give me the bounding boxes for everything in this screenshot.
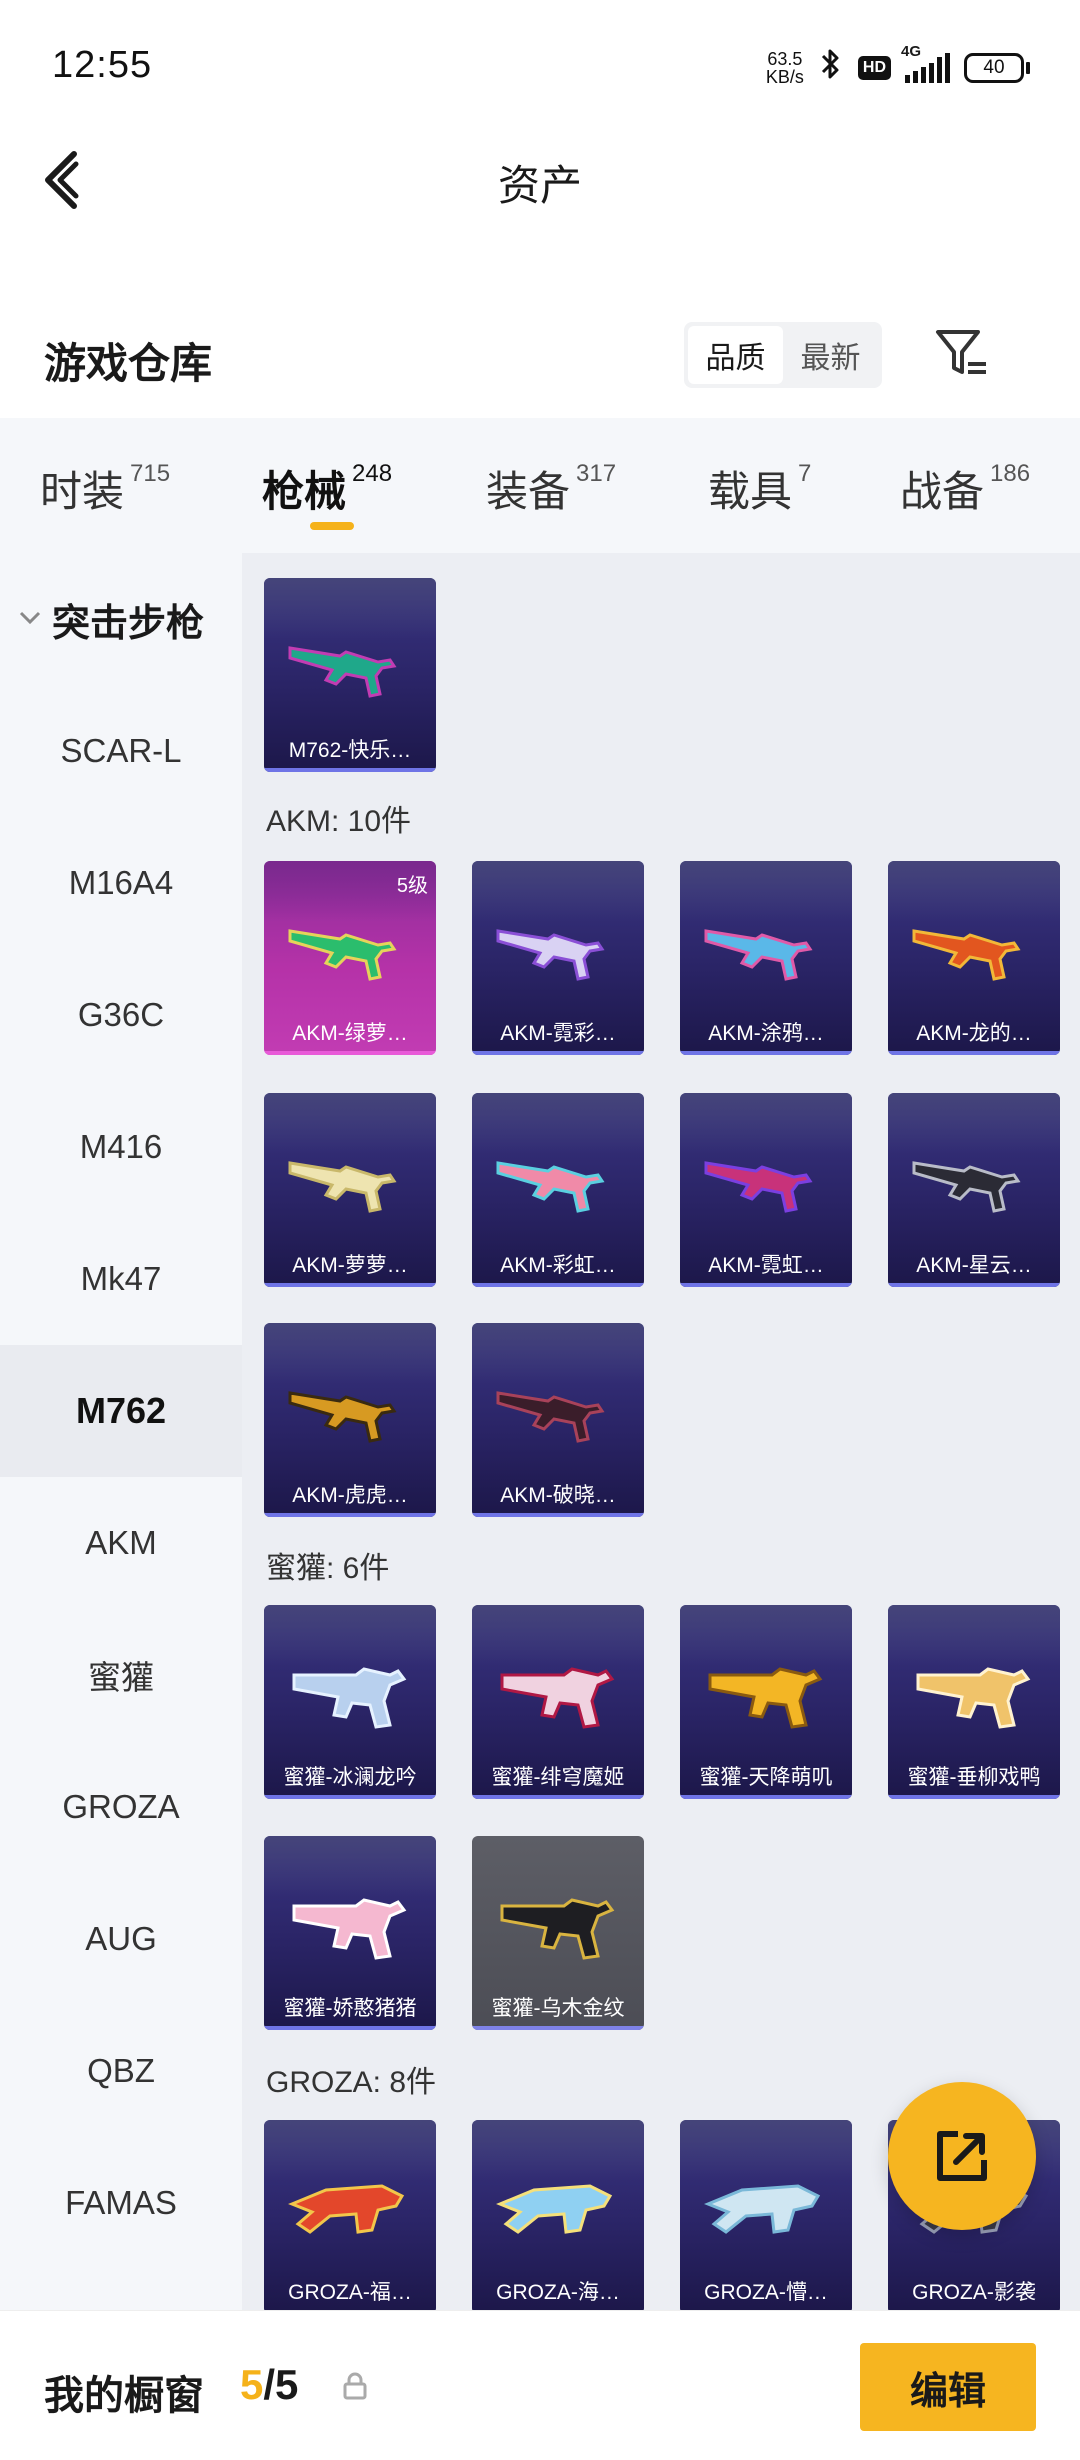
- edit-button[interactable]: 编辑: [860, 2343, 1036, 2431]
- smg-icon: [292, 1898, 407, 1960]
- item-card[interactable]: AKM-萝萝…: [264, 1093, 436, 1287]
- network-speed: 63.5 KB/s: [765, 49, 804, 87]
- level-badge: 5级: [396, 875, 428, 897]
- warehouse-row: 游戏仓库 品质 最新: [0, 310, 1080, 400]
- sort-option-latest[interactable]: 最新: [783, 326, 878, 384]
- rifle-icon: [912, 1161, 1021, 1213]
- signal-icon: 4G: [901, 43, 950, 83]
- sidebar-item-m416[interactable]: M416: [0, 1081, 242, 1213]
- status-icons: 63.5 KB/s HD 4G 40: [765, 43, 1030, 90]
- share-external-icon: [937, 2131, 987, 2181]
- item-card[interactable]: M762-快乐…: [264, 578, 436, 772]
- showcase-count: 5/5: [240, 2361, 299, 2408]
- sidebar-item-aug[interactable]: AUG: [0, 1873, 242, 2005]
- lock-icon: [343, 2372, 367, 2400]
- rifle-icon: [496, 1391, 605, 1443]
- smg-icon: [500, 1898, 615, 1960]
- rifle-icon: [912, 929, 1021, 981]
- item-card[interactable]: AKM-虎虎…: [264, 1323, 436, 1517]
- item-card[interactable]: GROZA-海…: [472, 2120, 644, 2310]
- item-grid: M762-快乐… AKM: 10件 5级 AKM-绿萝… AKM-霓彩… AKM…: [242, 553, 1080, 2310]
- rifle-icon: [288, 2184, 405, 2234]
- item-card[interactable]: 蜜獾-垂柳戏鸭: [888, 1605, 1060, 1799]
- rifle-icon: [496, 1161, 605, 1213]
- rifle-icon: [288, 1391, 397, 1443]
- hd-badge: HD: [857, 56, 891, 80]
- item-card[interactable]: GROZA-福…: [264, 2120, 436, 2310]
- filter-button[interactable]: [932, 324, 992, 384]
- item-card[interactable]: 蜜獾-乌木金纹: [472, 1836, 644, 2030]
- section-label-groza: GROZA: 8件: [266, 2066, 437, 2099]
- sidebar-group-assault-rifles[interactable]: 突击步枪: [0, 553, 242, 685]
- sidebar-item-honey-badger[interactable]: 蜜獾: [0, 1609, 242, 1741]
- sidebar-item-qbz[interactable]: QBZ: [0, 2005, 242, 2137]
- smg-icon: [916, 1667, 1031, 1729]
- filter-icon: [936, 330, 986, 374]
- item-card[interactable]: GROZA-懵…: [680, 2120, 852, 2310]
- item-card[interactable]: 蜜獾-天降萌叽: [680, 1605, 852, 1799]
- rifle-icon: [704, 1161, 813, 1213]
- active-tab-indicator: [310, 522, 354, 530]
- sidebar-item-g36c[interactable]: G36C: [0, 949, 242, 1081]
- warehouse-title: 游戏仓库: [44, 340, 213, 387]
- sort-toggle: 品质 最新: [684, 322, 882, 388]
- item-card[interactable]: 蜜獾-娇憨猪猪: [264, 1836, 436, 2030]
- sort-option-quality[interactable]: 品质: [688, 326, 783, 384]
- category-tabs: 时装 715 枪械 248 装备 317 载具 7 战备 186: [0, 418, 1080, 553]
- tab-supplies[interactable]: 战备 186: [900, 458, 1030, 519]
- rifle-icon: [496, 2184, 613, 2234]
- rifle-icon: [288, 929, 397, 981]
- item-card[interactable]: AKM-彩虹…: [472, 1093, 644, 1287]
- item-card[interactable]: AKM-破晓…: [472, 1323, 644, 1517]
- tab-equipment[interactable]: 装备 317: [486, 458, 616, 519]
- rifle-icon: [704, 929, 813, 981]
- smg-icon: [708, 1667, 823, 1729]
- rifle-icon: [496, 929, 605, 981]
- tab-vehicles[interactable]: 载具 7: [708, 458, 811, 519]
- sidebar-item-akm[interactable]: AKM: [0, 1477, 242, 1609]
- item-card[interactable]: AKM-涂鸦…: [680, 861, 852, 1055]
- sidebar-item-m762[interactable]: M762: [0, 1345, 242, 1477]
- page-title: 资产: [497, 162, 582, 209]
- item-card[interactable]: 5级 AKM-绿萝…: [264, 861, 436, 1055]
- item-card[interactable]: AKM-龙的…: [888, 861, 1060, 1055]
- item-card[interactable]: AKM-星云…: [888, 1093, 1060, 1287]
- share-button[interactable]: [888, 2082, 1036, 2230]
- showcase-bar: 我的橱窗 5/5 编辑: [0, 2310, 1080, 2460]
- rifle-icon: [288, 1161, 397, 1213]
- smg-icon: [500, 1667, 615, 1729]
- page-header: 资产: [0, 130, 1080, 230]
- section-label-honey-badger: 蜜獾: 6件: [266, 1552, 390, 1585]
- section-label-akm: AKM: 10件: [266, 805, 412, 838]
- sidebar-item-scar-l[interactable]: SCAR-L: [0, 685, 242, 817]
- bluetooth-icon: [818, 47, 844, 89]
- chevron-down-icon: [18, 606, 42, 632]
- sidebar-item-m16a4[interactable]: M16A4: [0, 817, 242, 949]
- status-time: 12:55: [52, 44, 153, 86]
- status-bar: 12:55 63.5 KB/s HD 4G 40: [0, 0, 1080, 130]
- weapon-sidebar: 突击步枪 SCAR-L M16A4 G36C M416 Mk47 M762 AK…: [0, 553, 242, 2310]
- item-card[interactable]: 蜜獾-绯穹魔姬: [472, 1605, 644, 1799]
- sidebar-item-mk47[interactable]: Mk47: [0, 1213, 242, 1345]
- item-card[interactable]: AKM-霓彩…: [472, 861, 644, 1055]
- battery-icon: 40: [964, 53, 1030, 83]
- rifle-icon: [704, 2184, 821, 2234]
- item-card[interactable]: AKM-霓虹…: [680, 1093, 852, 1287]
- tab-firearms[interactable]: 枪械 248: [262, 458, 392, 519]
- sidebar-item-famas[interactable]: FAMAS: [0, 2137, 242, 2269]
- rifle-icon: [288, 646, 397, 698]
- tab-fashion[interactable]: 时装 715: [40, 458, 170, 519]
- smg-icon: [292, 1667, 407, 1729]
- sidebar-item-groza[interactable]: GROZA: [0, 1741, 242, 1873]
- showcase-title: 我的橱窗: [44, 2374, 204, 2418]
- item-card[interactable]: 蜜獾-冰澜龙吟: [264, 1605, 436, 1799]
